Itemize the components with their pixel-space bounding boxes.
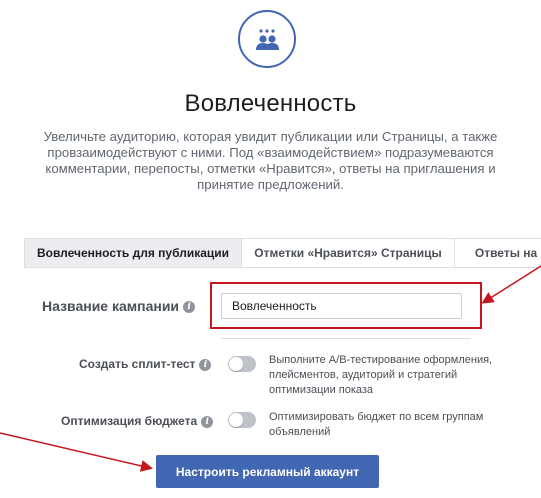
tab-page-likes[interactable]: Отметки «Нравится» Страницы [242, 239, 455, 267]
info-icon[interactable]: i [199, 358, 212, 371]
campaign-name-label-text: Название кампании [42, 298, 180, 314]
toggle-knob [229, 413, 243, 427]
split-test-description: Выполните A/B-тестирование оформления, п… [269, 354, 493, 396]
arrow-to-campaign-name [481, 265, 541, 304]
objective-title: Вовлеченность [184, 90, 357, 117]
budget-optimization-description: Оптимизировать бюджет по всем группам об… [269, 411, 484, 438]
info-icon[interactable]: i [183, 301, 196, 314]
campaign-name-label: Название кампании i [42, 298, 196, 314]
divider [221, 338, 471, 339]
arrow-to-setup-button [0, 432, 153, 472]
toggle-knob [229, 357, 243, 371]
info-icon[interactable]: i [201, 415, 214, 428]
setup-ad-account-button[interactable]: Настроить рекламный аккаунт [156, 455, 379, 488]
split-test-toggle[interactable] [228, 356, 256, 372]
tab-post-engagement[interactable]: Вовлеченность для публикации [24, 239, 242, 267]
tab-event-responses[interactable]: Ответы на пр [455, 239, 541, 267]
people-group-icon [256, 29, 279, 50]
objective-description: Увеличьте аудиторию, которая увидит публ… [43, 129, 498, 192]
budget-optimization-label: Оптимизация бюджета i [61, 414, 214, 428]
budget-optimization-toggle[interactable] [228, 412, 256, 428]
campaign-name-input[interactable] [221, 293, 462, 319]
objective-tabs: Вовлеченность для публикации Отметки «Нр… [24, 238, 541, 268]
split-test-label: Создать сплит-тест i [79, 357, 212, 371]
budget-optimization-label-text: Оптимизация бюджета [61, 414, 198, 428]
objective-icon-circle [238, 10, 296, 68]
split-test-label-text: Создать сплит-тест [79, 357, 196, 371]
